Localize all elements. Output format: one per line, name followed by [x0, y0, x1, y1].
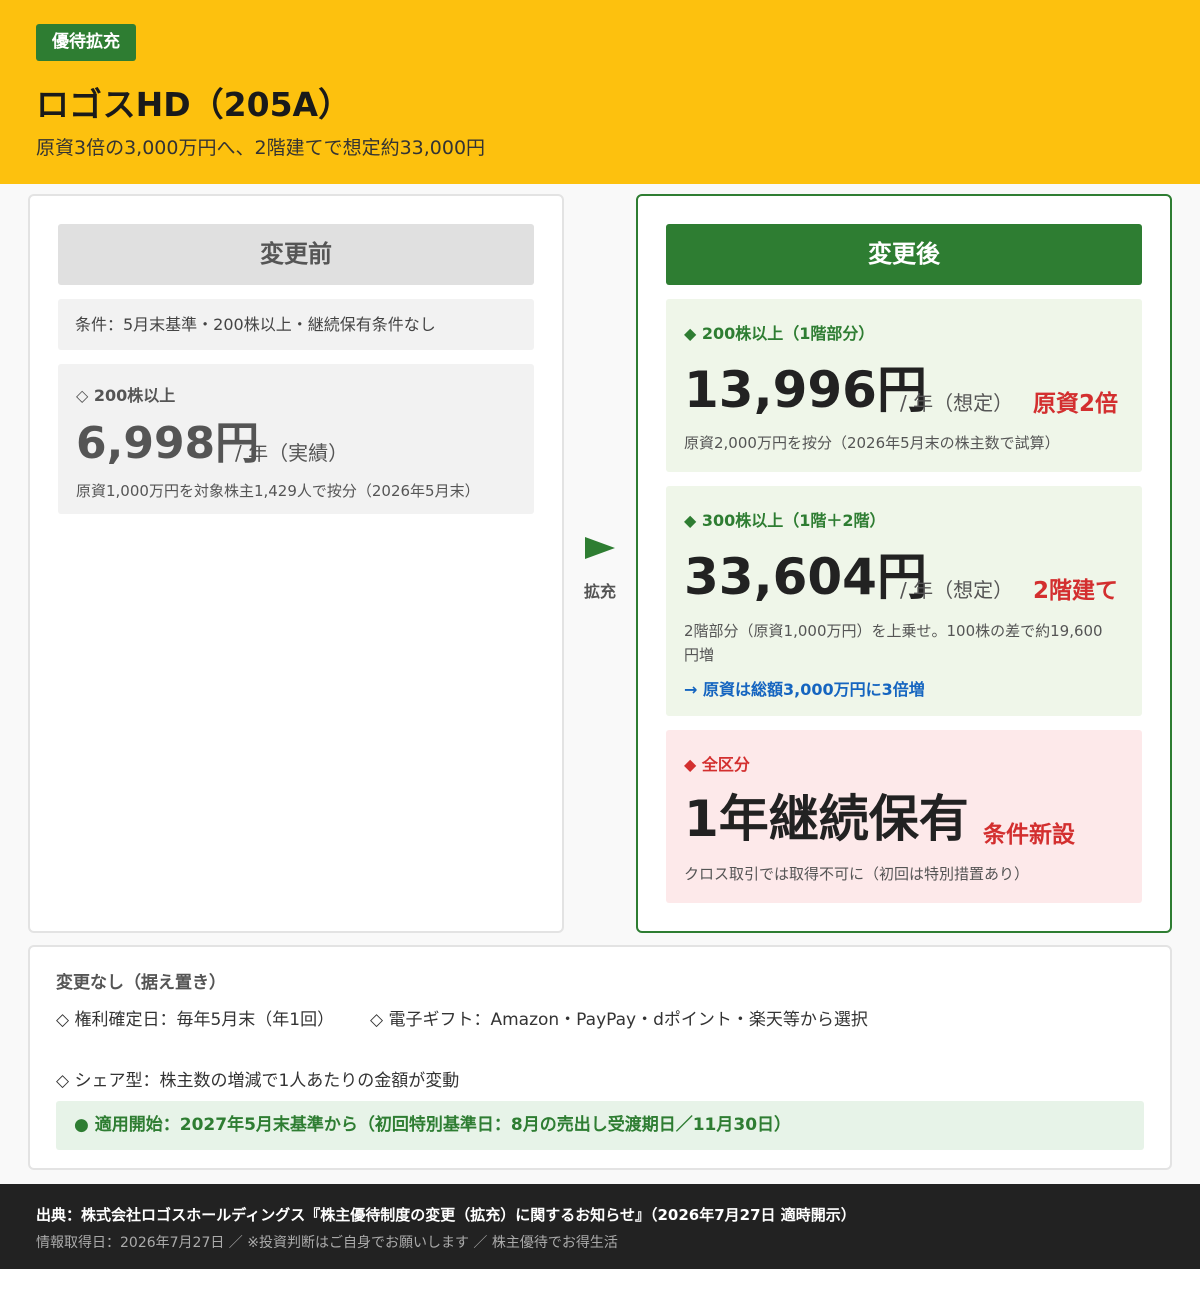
after-tier2-unit: / 年（想定） — [900, 578, 1014, 602]
after-tier2-badge: 2階建て — [1033, 578, 1119, 604]
nochange-title: 変更なし（据え置き） — [56, 973, 226, 993]
after-tier2-amount: 33,604円 — [684, 548, 927, 606]
category-tag: 優待拡充 — [36, 24, 136, 61]
after-tier2-note-line1: 2階部分（原資1,000万円）を上乗せ。100株の差で約19,600 — [684, 622, 1103, 640]
page-subtitle: 原資3倍の3,000万円へ、2階建てで想定約33,000円 — [36, 137, 486, 159]
before-tier-amount: 6,998円 — [76, 418, 260, 469]
after-tier3-note: クロス取引では取得不可に（初回は特別措置あり） — [684, 865, 1030, 883]
after-tier2-note-line2: 円増 — [684, 646, 715, 664]
after-tier1-amount: 13,996円 — [684, 361, 927, 419]
after-tier3-badge: 条件新設 — [983, 822, 1075, 848]
after-tier3-amount: 1年継続保有 — [684, 790, 969, 848]
after-tier3-box: ◆ 全区分 1年継続保有 条件新設 クロス取引では取得不可に（初回は特別措置あり… — [666, 730, 1142, 903]
footer-source: 出典：株式会社ロゴスホールディングス『株主優待制度の変更（拡充）に関するお知らせ… — [36, 1206, 856, 1224]
after-tier1-unit: / 年（想定） — [900, 391, 1014, 415]
after-tier1-box: ◆ 200株以上（1階部分） 13,996円 / 年（想定） 原資2倍 原資2,… — [666, 299, 1142, 472]
page-title: ロゴスHD（205A） — [36, 85, 352, 124]
after-heading: 変更後 — [666, 224, 1142, 285]
change-arrow: 拡充 — [580, 537, 620, 602]
after-tier1-badge: 原資2倍 — [1033, 391, 1119, 417]
start-date-notice: ● 適用開始：2027年5月末基準から（初回特別基準日：8月の売出し受渡期日／1… — [56, 1101, 1144, 1150]
nochange-item: ◇ 電子ギフト：Amazon・PayPay・dポイント・楽天等から選択 — [370, 1010, 868, 1030]
after-tier2-label: ◆ 300株以上（1階＋2階） — [684, 511, 886, 530]
nochange-item: ◇ シェア型：株主数の増減で1人あたりの金額が変動 — [56, 1071, 460, 1091]
after-tier3-label: ◆ 全区分 — [684, 755, 750, 774]
before-tier-box: ◇ 200株以上 6,998円 / 年（実績） 原資1,000万円を対象株主1,… — [58, 364, 534, 514]
footer — [0, 1184, 1200, 1269]
after-tier2-box: ◆ 300株以上（1階＋2階） 33,604円 / 年（想定） 2階建て 2階部… — [666, 486, 1142, 716]
after-tier1-label: ◆ 200株以上（1階部分） — [684, 324, 875, 343]
before-tier-note: 原資1,000万円を対象株主1,429人で按分（2026年5月末） — [76, 482, 480, 500]
arrow-label: 拡充 — [583, 582, 616, 601]
before-heading: 変更前 — [58, 224, 534, 285]
nochange-item: ◇ 権利確定日：毎年5月末（年1回） — [56, 1010, 335, 1030]
footer-info: 情報取得日：2026年7月27日 ／ ※投資判断はご自身でお願いします ／ 株主… — [36, 1235, 618, 1251]
before-tier-unit: / 年（実績） — [235, 441, 349, 465]
after-tier2-highlight: → 原資は総額3,000万円に3倍増 — [684, 680, 925, 699]
arrow-right-icon — [585, 537, 615, 559]
after-tier1-note: 原資2,000万円を按分（2026年5月末の株主数で試算） — [684, 434, 1060, 452]
before-condition: 条件：5月末基準・200株以上・継続保有条件なし — [58, 299, 534, 350]
before-tier-label: ◇ 200株以上 — [76, 386, 176, 405]
